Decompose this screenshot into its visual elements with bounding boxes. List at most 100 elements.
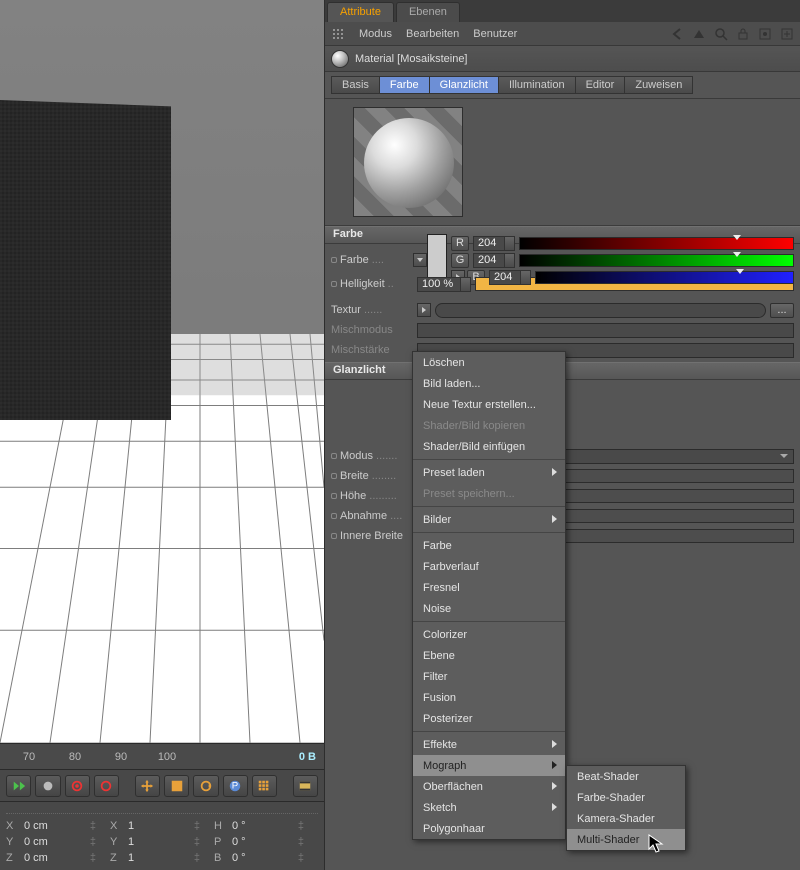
- coord-value[interactable]: 0 cm: [24, 820, 84, 832]
- coord-value[interactable]: 0 °: [232, 836, 292, 848]
- tab-farbe[interactable]: Farbe: [379, 76, 429, 94]
- lock-icon[interactable]: [736, 27, 750, 41]
- ctx-colorizer[interactable]: Colorizer: [413, 624, 565, 645]
- menu-bearbeiten[interactable]: Bearbeiten: [406, 28, 459, 40]
- rotate-tool-button[interactable]: [193, 775, 218, 797]
- anim-dot[interactable]: [331, 493, 337, 499]
- autokey-button[interactable]: [94, 775, 119, 797]
- ctx-farbverlauf[interactable]: Farbverlauf: [413, 556, 565, 577]
- ctx-fusion[interactable]: Fusion: [413, 687, 565, 708]
- spin-icon[interactable]: ‡: [90, 820, 96, 832]
- tab-editor[interactable]: Editor: [575, 76, 625, 94]
- r-slider[interactable]: [519, 237, 794, 250]
- mischmodus-field[interactable]: [417, 323, 794, 338]
- coord-value[interactable]: 1: [128, 820, 188, 832]
- slider-thumb[interactable]: [733, 235, 741, 240]
- spin-icon[interactable]: ‡: [194, 836, 200, 848]
- handle-icon[interactable]: [331, 27, 345, 41]
- ctx-oberflaechen[interactable]: Oberflächen: [413, 776, 565, 797]
- texture-field[interactable]: [435, 303, 766, 318]
- search-icon[interactable]: [714, 27, 728, 41]
- ctx-noise[interactable]: Noise: [413, 598, 565, 619]
- anim-dot[interactable]: [331, 453, 337, 459]
- ctx-bild-laden[interactable]: Bild laden...: [413, 373, 565, 394]
- coord-value[interactable]: 0 cm: [24, 852, 84, 864]
- ctx-loeschen[interactable]: Löschen: [413, 352, 565, 373]
- spin-icon[interactable]: ‡: [194, 820, 200, 832]
- spin-icon[interactable]: [460, 278, 470, 291]
- anim-dot[interactable]: [331, 533, 337, 539]
- submenu-farbe-shader[interactable]: Farbe-Shader: [567, 787, 685, 808]
- submenu-kamera-shader[interactable]: Kamera-Shader: [567, 808, 685, 829]
- tab-attribute[interactable]: Attribute: [327, 2, 394, 22]
- film-button[interactable]: [293, 775, 318, 797]
- timeline[interactable]: 70 80 90 100 0 B: [0, 743, 324, 769]
- coord-value[interactable]: 0 cm: [24, 836, 84, 848]
- viewport-object[interactable]: [0, 100, 180, 420]
- material-preview[interactable]: [353, 107, 463, 217]
- ctx-sketch[interactable]: Sketch: [413, 797, 565, 818]
- spin-icon[interactable]: ‡: [90, 836, 96, 848]
- ctx-bilder[interactable]: Bilder: [413, 509, 565, 530]
- param-button[interactable]: P: [223, 775, 248, 797]
- slider-thumb[interactable]: [733, 252, 741, 257]
- ctx-preset-laden[interactable]: Preset laden: [413, 462, 565, 483]
- b-slider[interactable]: [535, 271, 794, 284]
- grid-button[interactable]: [252, 775, 277, 797]
- ctx-ebene[interactable]: Ebene: [413, 645, 565, 666]
- submenu-multi-shader[interactable]: Multi-Shader: [567, 829, 685, 850]
- tab-illumination[interactable]: Illumination: [498, 76, 575, 94]
- menu-modus[interactable]: Modus: [359, 28, 392, 40]
- coord-value[interactable]: 0 °: [232, 820, 292, 832]
- spin-icon[interactable]: ‡: [90, 852, 96, 864]
- g-slider[interactable]: [519, 254, 794, 267]
- more-icon[interactable]: [780, 27, 794, 41]
- spin-icon[interactable]: [504, 254, 514, 267]
- ctx-posterizer[interactable]: Posterizer: [413, 708, 565, 729]
- browse-button[interactable]: ...: [770, 303, 794, 318]
- spin-icon[interactable]: ‡: [298, 836, 304, 848]
- spin-icon[interactable]: ‡: [194, 852, 200, 864]
- spin-icon[interactable]: [520, 271, 530, 284]
- coord-value[interactable]: 0 °: [232, 852, 292, 864]
- nav-back-icon[interactable]: [670, 27, 684, 41]
- play-forward-button[interactable]: [6, 775, 31, 797]
- g-field[interactable]: 204: [473, 253, 515, 268]
- channel-g-button[interactable]: G: [451, 253, 469, 268]
- record-button[interactable]: [35, 775, 60, 797]
- anim-dot[interactable]: [331, 257, 337, 263]
- new-window-icon[interactable]: [758, 27, 772, 41]
- spin-icon[interactable]: ‡: [298, 820, 304, 832]
- ctx-fresnel[interactable]: Fresnel: [413, 577, 565, 598]
- slider-thumb[interactable]: [736, 269, 744, 274]
- viewport[interactable]: [0, 0, 324, 743]
- spin-icon[interactable]: [504, 237, 514, 250]
- ctx-neue-textur[interactable]: Neue Textur erstellen...: [413, 394, 565, 415]
- ctx-shader-einfuegen[interactable]: Shader/Bild einfügen: [413, 436, 565, 457]
- tab-basis[interactable]: Basis: [331, 76, 379, 94]
- color-popup-button[interactable]: [413, 253, 427, 267]
- keyframe-button[interactable]: [65, 775, 90, 797]
- channel-r-button[interactable]: R: [451, 236, 469, 251]
- spin-icon[interactable]: ‡: [298, 852, 304, 864]
- menu-benutzer[interactable]: Benutzer: [473, 28, 517, 40]
- coord-value[interactable]: 1: [128, 852, 188, 864]
- ctx-polygonhaar[interactable]: Polygonhaar: [413, 818, 565, 839]
- texture-menu-button[interactable]: [417, 303, 431, 317]
- move-tool-button[interactable]: [135, 775, 160, 797]
- ctx-mograph[interactable]: Mograph: [413, 755, 565, 776]
- r-field[interactable]: 204: [473, 236, 515, 251]
- b-field[interactable]: 204: [489, 270, 531, 285]
- anim-dot[interactable]: [331, 473, 337, 479]
- submenu-beat-shader[interactable]: Beat-Shader: [567, 766, 685, 787]
- tab-ebenen[interactable]: Ebenen: [396, 2, 460, 22]
- ctx-effekte[interactable]: Effekte: [413, 734, 565, 755]
- helligkeit-field[interactable]: 100 %: [417, 277, 471, 292]
- nav-up-icon[interactable]: [692, 27, 706, 41]
- scale-tool-button[interactable]: [164, 775, 189, 797]
- tab-glanzlicht[interactable]: Glanzlicht: [429, 76, 498, 94]
- anim-dot[interactable]: [331, 281, 337, 287]
- anim-dot[interactable]: [331, 513, 337, 519]
- ctx-filter[interactable]: Filter: [413, 666, 565, 687]
- ctx-farbe[interactable]: Farbe: [413, 535, 565, 556]
